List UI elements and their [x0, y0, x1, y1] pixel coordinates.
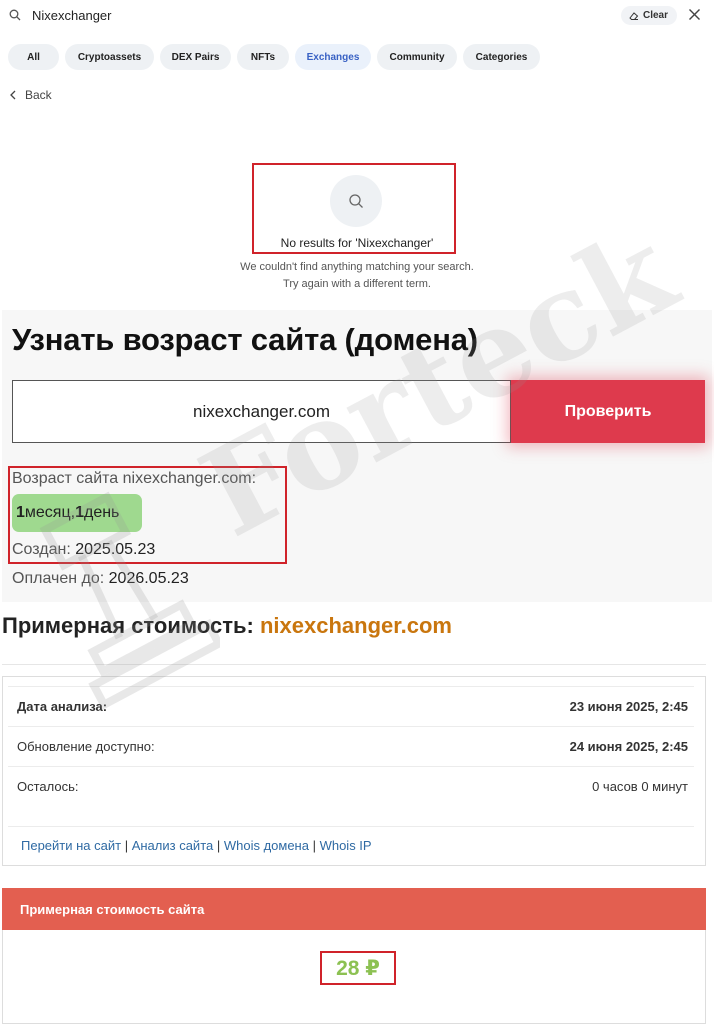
divider [2, 664, 706, 665]
link-whois-ip[interactable]: Whois IP [320, 838, 372, 853]
analysis-date-row: Дата анализа: 23 июня 2025, 2:45 [17, 699, 688, 714]
eraser-icon [629, 11, 639, 20]
highlight-box-price [320, 951, 396, 985]
cost-heading: Примерная стоимость: nixexchanger.com [2, 613, 452, 639]
tab-categories[interactable]: Categories [463, 44, 540, 70]
paid-until-label: Оплачен до: [12, 570, 109, 587]
divider [8, 766, 694, 767]
site-links: Перейти на сайт | Анализ сайта | Whois д… [21, 838, 372, 853]
cost-heading-domain[interactable]: nixexchanger.com [260, 613, 452, 638]
clear-button-label: Clear [643, 10, 669, 21]
analysis-date-label: Дата анализа: [17, 699, 108, 714]
tab-cryptoassets[interactable]: Cryptoassets [65, 44, 154, 70]
paid-until-row: Оплачен до: 2026.05.23 [12, 570, 189, 588]
price-card-header: Примерная стоимость сайта [2, 888, 706, 930]
link-separator: | [308, 838, 320, 853]
check-button[interactable]: Проверить [511, 380, 705, 443]
time-left-label: Осталось: [17, 779, 79, 794]
tab-community[interactable]: Community [377, 44, 457, 70]
divider [8, 686, 694, 687]
clear-button[interactable]: Clear [621, 6, 677, 25]
divider [8, 826, 694, 827]
empty-state-line1: We couldn't find anything matching your … [240, 261, 474, 273]
cost-heading-prefix: Примерная стоимость: [2, 613, 260, 638]
search-icon [9, 9, 21, 21]
close-icon[interactable] [688, 8, 701, 21]
search-bar[interactable]: Nixexchanger [0, 0, 714, 32]
highlight-box-site-age [8, 466, 287, 564]
time-left-value: 0 часов 0 минут [592, 779, 688, 794]
update-available-label: Обновление доступно: [17, 739, 155, 754]
tab-nfts[interactable]: NFTs [237, 44, 289, 70]
update-available-value: 24 июня 2025, 2:45 [569, 739, 688, 754]
time-left-row: Осталось: 0 часов 0 минут [17, 779, 688, 794]
analysis-date-value: 23 июня 2025, 2:45 [569, 699, 688, 714]
divider [8, 726, 694, 727]
tab-dex-pairs[interactable]: DEX Pairs [160, 44, 231, 70]
highlight-box-no-results [252, 163, 456, 254]
tab-exchanges[interactable]: Exchanges [295, 44, 371, 70]
update-available-row: Обновление доступно: 24 июня 2025, 2:45 [17, 739, 688, 754]
domain-age-title: Узнать возраст сайта (домена) [12, 322, 478, 357]
search-category-tabs: All Cryptoassets DEX Pairs NFTs Exchange… [8, 44, 540, 70]
chevron-left-icon [10, 90, 16, 100]
back-link[interactable]: Back [9, 88, 52, 102]
empty-state-line2: Try again with a different term. [283, 278, 431, 290]
link-whois-domain[interactable]: Whois домена [224, 838, 309, 853]
search-input[interactable]: Nixexchanger [32, 8, 112, 23]
link-site-analysis[interactable]: Анализ сайта [132, 838, 214, 853]
paid-until-value: 2026.05.23 [108, 570, 189, 587]
tab-all[interactable]: All [8, 44, 59, 70]
domain-input[interactable]: nixexchanger.com [12, 380, 511, 443]
link-go-to-site[interactable]: Перейти на сайт [21, 838, 121, 853]
back-label: Back [25, 88, 52, 102]
link-separator: | [121, 838, 132, 853]
link-separator: | [213, 838, 224, 853]
